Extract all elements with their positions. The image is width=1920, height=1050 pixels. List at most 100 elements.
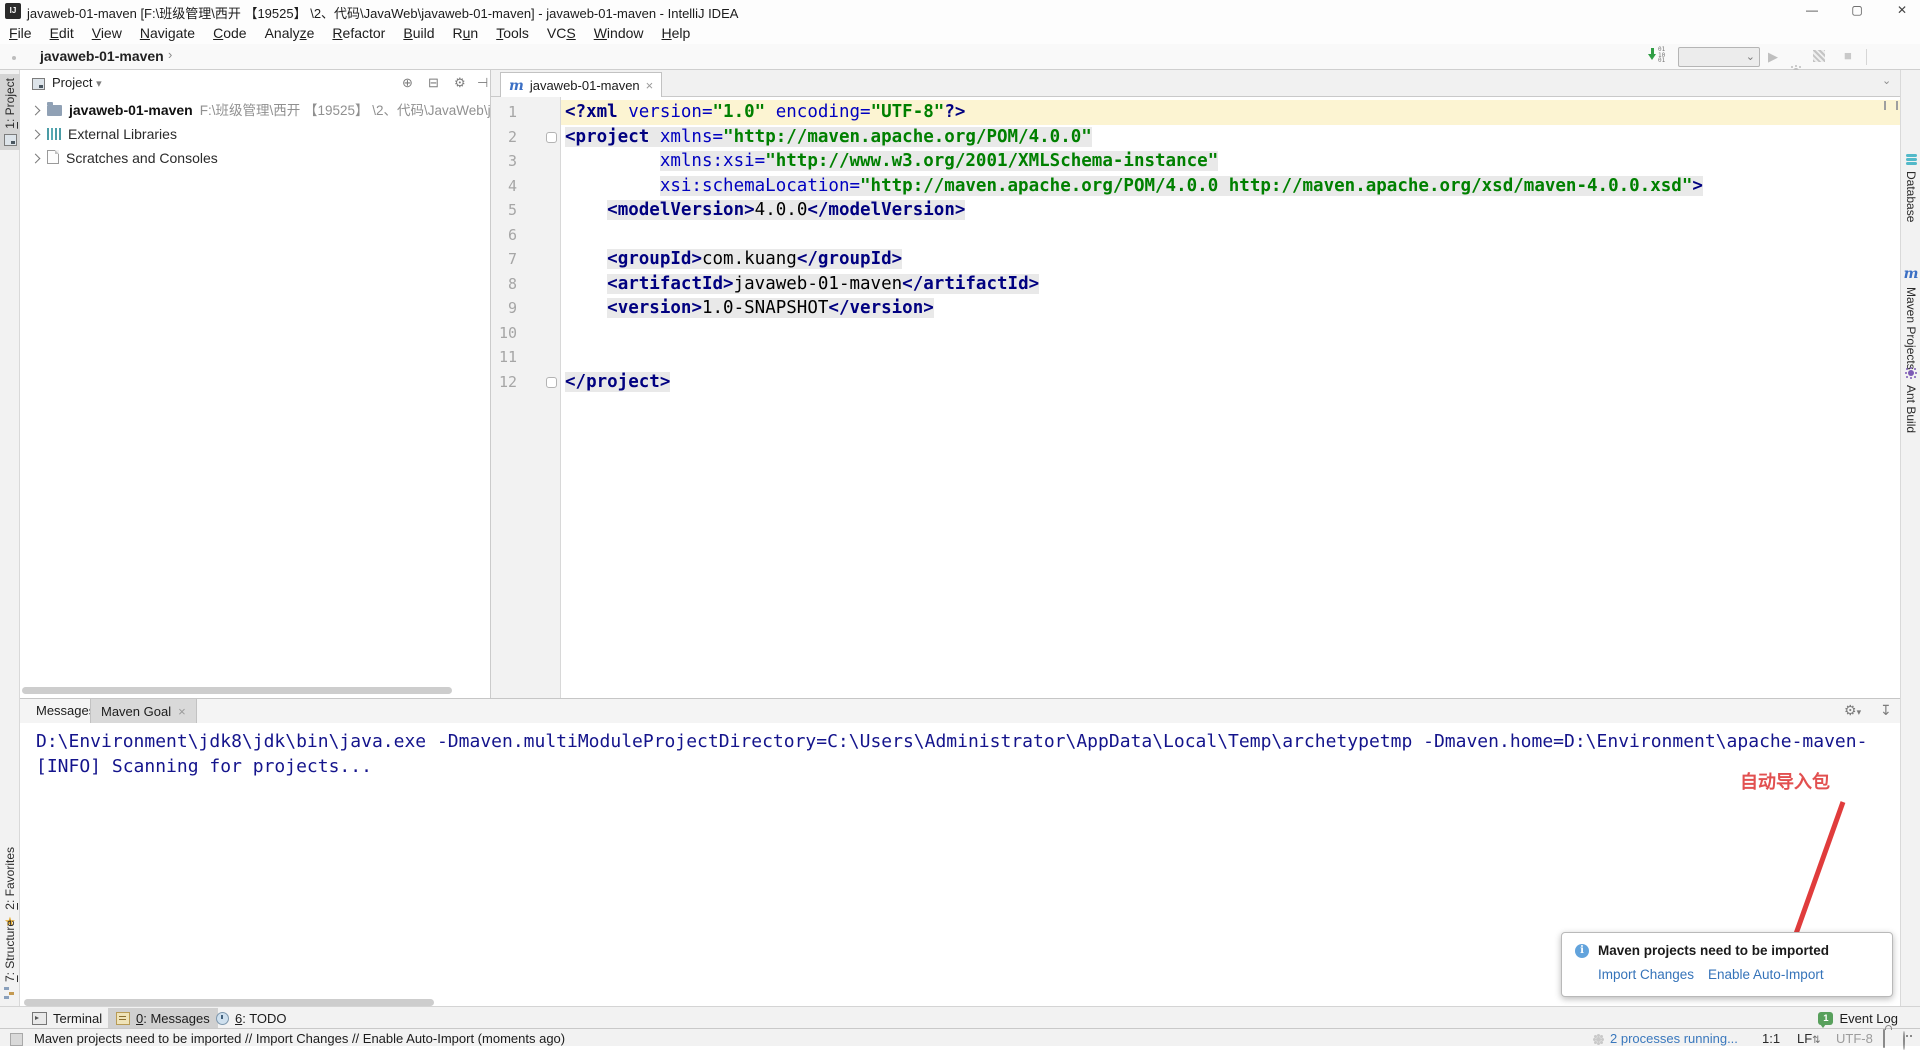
close-button[interactable]: ✕ xyxy=(1885,0,1919,21)
stripe-tab-label: Ant Build xyxy=(1904,385,1918,434)
toolwindow-toggle-icon[interactable] xyxy=(10,1033,23,1046)
editor-tab-bar: m javaweb-01-maven × xyxy=(491,70,1900,98)
menu-build[interactable]: Build xyxy=(394,22,443,44)
stop-icon[interactable]: ■ xyxy=(1844,48,1852,63)
menu-bar: File Edit View Navigate Code Analyze Refactor B… xyxy=(0,22,1920,44)
breadcrumb[interactable]: javaweb-01-maven xyxy=(40,48,164,64)
status-message[interactable]: Maven projects need to be imported // Im… xyxy=(34,1031,565,1046)
code-token: "1.0" xyxy=(712,102,766,122)
menu-window[interactable]: Window xyxy=(585,22,653,44)
notification-title: Maven projects need to be imported xyxy=(1598,943,1830,958)
menu-file[interactable]: File xyxy=(0,22,41,44)
left-tool-stripe: 1: Project 2: Favorites ★ 7: Structure xyxy=(0,70,20,1006)
code-line-3[interactable]: xmlns:xsi="http://www.w3.org/2001/XMLSch… xyxy=(565,149,1219,174)
menu-edit[interactable]: Edit xyxy=(41,22,83,44)
code-line-1[interactable]: <?xml version="1.0" encoding="UTF-8"?> xyxy=(565,100,965,125)
code-token: 4.0.0 xyxy=(754,200,808,220)
code-line-2[interactable]: <project xmlns="http://maven.apache.org/… xyxy=(565,125,1092,150)
expand-chevron-icon[interactable] xyxy=(30,153,41,164)
tree-item-label: Scratches and Consoles xyxy=(66,150,218,166)
editor-corner-chevron-icon[interactable]: ⌄ xyxy=(1882,74,1891,87)
line-number: 12 xyxy=(498,372,517,391)
vcs-update-icon[interactable]: 01 10 01 xyxy=(1648,47,1666,63)
menu-code[interactable]: Code xyxy=(204,22,255,44)
toolbutton-label: 6: TODO xyxy=(235,1010,287,1026)
stripe-tab-database[interactable]: Database xyxy=(1901,150,1920,226)
caret-position[interactable]: 1:1 xyxy=(1762,1031,1780,1046)
close-tab-icon[interactable]: × xyxy=(178,704,186,719)
import-changes-link[interactable]: Import Changes xyxy=(1598,967,1694,982)
code-token: <groupId> xyxy=(607,249,702,269)
maximize-button[interactable]: ▢ xyxy=(1840,0,1874,21)
menu-vcs[interactable]: VCS xyxy=(538,22,585,44)
fold-marker-icon[interactable] xyxy=(546,376,557,388)
menu-tools[interactable]: Tools xyxy=(487,22,538,44)
encoding-selector[interactable]: UTF-8 xyxy=(1836,1031,1873,1046)
project-horizontal-scrollbar[interactable] xyxy=(22,687,452,694)
gear-icon[interactable]: ⚙ xyxy=(454,75,466,91)
project-view-title[interactable]: Project ▾ xyxy=(52,75,102,90)
code-line-7[interactable]: <groupId>com.kuang</groupId> xyxy=(565,247,903,272)
minimize-button[interactable]: — xyxy=(1795,0,1829,21)
code-line-4[interactable]: xsi:schemaLocation="http://maven.apache.… xyxy=(565,174,1703,199)
menu-refactor[interactable]: Refactor xyxy=(323,22,394,44)
tree-row-scratches-and-consoles[interactable]: Scratches and Consoles xyxy=(20,146,490,170)
database-icon xyxy=(1905,154,1917,166)
stripe-tab-7-structure[interactable]: 7: Structure xyxy=(0,916,20,1003)
locate-file-icon[interactable]: ⊕ xyxy=(402,75,413,91)
idea-logo-icon: IJ xyxy=(5,3,21,19)
hector-inspection-icon[interactable] xyxy=(1903,1031,1905,1050)
fold-marker-icon[interactable] xyxy=(546,131,557,143)
enable-auto-import-link[interactable]: Enable Auto-Import xyxy=(1708,967,1824,982)
stripe-tab-ant-build[interactable]: Ant Build xyxy=(1901,362,1920,437)
code-line-5[interactable]: <modelVersion>4.0.0</modelVersion> xyxy=(565,198,966,223)
menu-view[interactable]: View xyxy=(83,22,131,44)
code-line-12[interactable]: </project> xyxy=(565,370,671,395)
close-tab-icon[interactable]: × xyxy=(646,78,654,93)
console-horizontal-scrollbar[interactable] xyxy=(24,999,434,1006)
lock-icon[interactable] xyxy=(1883,1029,1885,1048)
coverage-icon[interactable] xyxy=(1813,50,1825,62)
inspection-indicator-icon[interactable] xyxy=(1884,101,1898,110)
toolbutton-label: 0: Messages xyxy=(136,1010,210,1026)
folder-icon xyxy=(47,102,62,116)
editor-gutter: 1 2 3 4 5 6 7 8 9 10 11 12 xyxy=(491,97,561,698)
code-line-9[interactable]: <version>1.0-SNAPSHOT</version> xyxy=(565,296,934,321)
scroll-to-end-icon[interactable]: ↧ xyxy=(1880,702,1892,719)
stripe-tab-maven-projects[interactable]: m Maven Projects xyxy=(1901,262,1920,374)
tree-row-external-libraries[interactable]: External Libraries xyxy=(20,122,490,146)
processes-running-link[interactable]: 2 processes running... xyxy=(1610,1031,1738,1046)
gear-icon[interactable]: ⚙▾ xyxy=(1844,702,1861,719)
collapse-all-icon[interactable]: ⊟ xyxy=(428,75,439,91)
tree-row-javaweb-01-maven[interactable]: javaweb-01-maven F:\班级管理\西开 【19525】 \2、代码… xyxy=(20,98,490,122)
expand-chevron-icon[interactable] xyxy=(30,129,41,140)
code-token: 1.0-SNAPSHOT xyxy=(701,298,829,318)
toolbutton-0-messages[interactable]: 0: Messages xyxy=(108,1008,218,1028)
run-configuration-select[interactable]: ⌄ xyxy=(1678,47,1760,67)
menu-navigate[interactable]: Navigate xyxy=(131,22,204,44)
editor-tab-pom[interactable]: m javaweb-01-maven × xyxy=(500,72,663,98)
code-editor[interactable]: 1 2 3 4 5 6 7 8 9 10 11 12 <?xml version="1.0" enco… xyxy=(491,97,1900,698)
line-number: 10 xyxy=(498,323,517,342)
maven-goal-tab[interactable]: Maven Goal × xyxy=(90,699,197,723)
code-token: </groupId> xyxy=(796,249,903,269)
expand-chevron-icon[interactable] xyxy=(30,105,41,116)
code-token: xmlns:xsi= xyxy=(659,151,766,171)
code-token: <project xyxy=(565,126,660,147)
stripe-tab-1-project[interactable]: 1: Project xyxy=(0,74,20,150)
menu-analyze[interactable]: Analyze xyxy=(256,22,324,44)
line-separator-selector[interactable]: LF⇅ xyxy=(1797,1031,1821,1046)
tool-window-bar: 1 Event Log Terminal 0: Messages 6: TODO xyxy=(0,1006,1920,1028)
project-panel-header: Project ▾ ⊕ ⊟ ⚙ ⊣ xyxy=(20,70,490,96)
run-icon[interactable]: ▶ xyxy=(1768,49,1778,65)
code-token: <modelVersion> xyxy=(607,200,755,220)
code-token: </artifactId> xyxy=(902,273,1040,294)
code-line-8[interactable]: <artifactId>javaweb-01-maven</artifactId… xyxy=(565,272,1040,297)
toolbutton-6-todo[interactable]: 6: TODO xyxy=(208,1008,295,1028)
menu-help[interactable]: Help xyxy=(653,22,700,44)
toolbutton-terminal[interactable]: Terminal xyxy=(24,1008,110,1028)
menu-run[interactable]: Run xyxy=(444,22,488,44)
hide-panel-icon[interactable]: ⊣ xyxy=(477,75,488,91)
